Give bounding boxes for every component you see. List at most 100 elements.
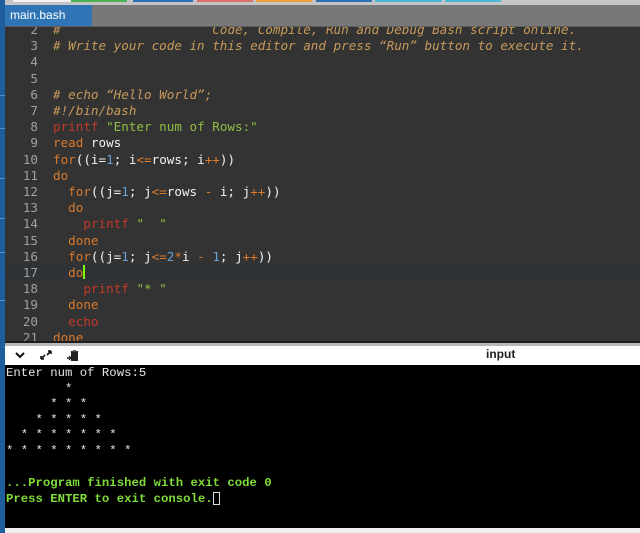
line-number: 2 [30,27,38,37]
toolbar-button-save[interactable] [316,0,372,2]
code-token: printf [53,119,99,135]
toolbar-button-debug[interactable] [133,0,193,2]
code-line[interactable]: 12 for((j=1; j<=rows - i; j++)) [5,184,640,200]
line-number: 5 [30,70,38,86]
code-text[interactable]: printf "Enter num of Rows:" [53,119,258,135]
line-number: 18 [22,281,38,297]
code-line[interactable]: 10 for((i=1; i<=rows; i++)) [5,152,640,168]
code-line[interactable]: 15 done [5,233,640,249]
code-token: i; j [212,184,251,199]
code-token: # Write your code in this editor and pre… [53,38,584,54]
code-token: 1 [106,151,114,167]
code-text[interactable]: done [53,297,99,313]
code-text[interactable]: do [53,265,86,281]
code-text[interactable]: do [53,168,68,184]
code-text[interactable]: for((i=1; i<=rows; i++)) [53,152,235,168]
code-token: i [181,248,198,264]
code-token: 1 [212,248,220,264]
toolbar-field[interactable] [13,0,73,2]
line-number: 13 [22,200,38,216]
code-token: do [53,167,69,183]
code-line[interactable]: 9 read rows [5,135,640,151]
line-number: 10 [22,151,38,167]
code-line[interactable]: 2 # Code, Compile, Run and Debug Bash scr… [5,27,640,38]
code-token: do [68,265,84,280]
line-number: 3 [30,38,38,54]
code-text[interactable]: echo [53,314,98,330]
toolbar-button-download[interactable] [445,0,501,2]
online-bash-ide: main.bash 2 # Code, Compile, Run and Debu… [5,0,640,533]
code-line[interactable]: 7 #!/bin/bash [5,103,640,119]
code-token: done [68,297,99,313]
code-line[interactable]: 19 done [5,297,640,313]
code-line[interactable]: 8 printf "Enter num of Rows:" [5,119,640,135]
code-text[interactable]: for((j=1; j<=rows - i; j++)) [53,184,281,200]
line-number: 4 [30,54,38,70]
code-token: )) [219,151,236,167]
code-token: for [68,184,91,199]
code-text[interactable]: for((j=1; j<=2*i - 1; j++)) [53,249,273,265]
code-token: " " [136,216,167,232]
toolbar-button-beautify[interactable] [375,0,442,2]
chevron-down-icon[interactable] [12,349,28,363]
tab-main-bash[interactable]: main.bash [5,5,92,26]
code-text[interactable]: do [53,200,83,216]
console-line: * * * * * * * [6,428,117,442]
code-text[interactable]: # Code, Compile, Run and Debug Bash scri… [53,27,576,38]
code-text[interactable]: # echo “Hello World”; [53,87,212,103]
code-token: ; j [219,248,243,264]
code-text[interactable]: # Write your code in this editor and pre… [53,38,584,54]
code-token: rows [166,184,205,199]
line-number: 19 [22,297,38,313]
line-number: 17 [22,265,38,280]
code-token: ++ [242,248,258,264]
line-number: 11 [22,167,38,183]
console-line: * * * [6,397,88,411]
code-token: "Enter num of Rows:" [106,119,258,135]
code-line[interactable]: 16 for((j=1; j<=2*i - 1; j++)) [5,249,640,265]
code-token: )) [265,184,281,199]
code-line[interactable]: 3 # Write your code in this editor and pr… [5,38,640,54]
code-token: # echo “Hello World”; [53,86,213,102]
code-line[interactable]: 14 printf " " [5,216,640,232]
code-text[interactable]: read rows [53,135,121,151]
console-output[interactable]: Enter num of Rows:5 * * * * * * * * * * … [5,365,640,528]
code-text[interactable]: done [53,330,83,341]
console-toolbar: input [5,343,640,365]
code-line[interactable]: 11 do [5,168,640,184]
line-number: 20 [22,313,38,329]
code-line[interactable]: 13 do [5,200,640,216]
code-token: rows; i [151,151,205,167]
code-token: <= [151,184,167,199]
code-token: ((j= [90,184,122,199]
code-line[interactable]: 5 [5,71,640,87]
toolbar-button-share[interactable] [256,0,312,2]
expand-arrows-icon[interactable] [38,349,54,363]
code-token: done [68,232,99,248]
code-line[interactable]: 18 printf "* " [5,281,640,297]
code-line[interactable]: 6 # echo “Hello World”; [5,87,640,103]
code-line[interactable]: 4 [5,54,640,70]
code-line[interactable]: 20 echo [5,314,640,330]
code-text[interactable]: #!/bin/bash [53,103,136,119]
code-text[interactable]: printf "* " [53,281,166,297]
line-number: 21 [22,329,38,343]
line-number: 12 [22,184,38,199]
code-line[interactable]: 21 done [5,329,640,343]
console-line: * [6,381,73,396]
toolbar-button-stop[interactable] [197,0,253,2]
copy-clipboard-icon[interactable] [65,349,81,363]
toolbar-button-run[interactable] [71,0,127,2]
line-number: 15 [22,232,38,248]
code-editor[interactable]: 2 # Code, Compile, Run and Debug Bash scr… [5,27,640,343]
code-line[interactable]: 17 do [5,265,640,281]
code-text[interactable]: printf " " [53,216,167,232]
code-text[interactable]: done [53,232,99,249]
